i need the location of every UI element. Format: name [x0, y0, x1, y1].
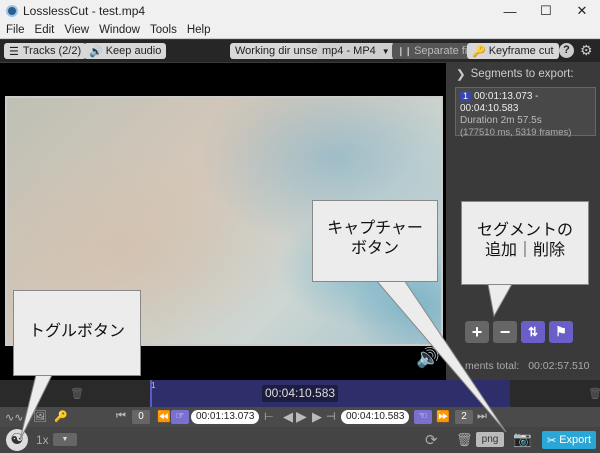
toggle-callout-text: トグルボタン — [28, 323, 125, 340]
capture-callout-line1: キャプチャー — [327, 220, 423, 237]
capture-callout: キャプチャー ボタン — [312, 200, 438, 282]
segment-callout-line2: 追加｜削除 — [484, 242, 565, 259]
segment-callout: セグメントの 追加｜削除 — [461, 201, 589, 285]
capture-callout-line2: ボタン — [350, 240, 399, 257]
segment-callout-line1: セグメントの — [476, 222, 573, 239]
toggle-callout: トグルボタン — [13, 290, 141, 376]
